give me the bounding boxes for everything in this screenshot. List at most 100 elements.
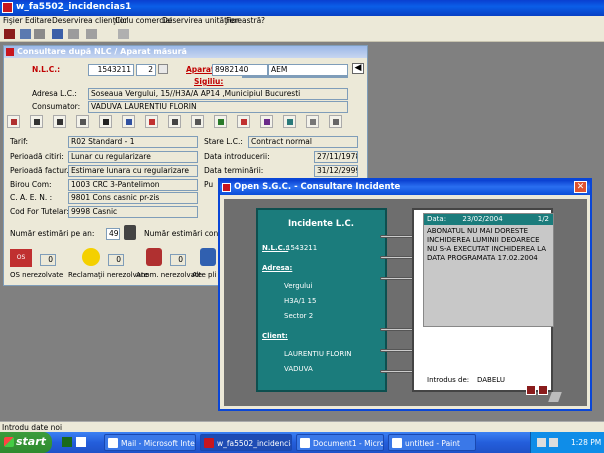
other-icon[interactable] <box>200 248 216 266</box>
note-text: ABONATUL NU MAI DORESTE INCHIDEREA LUMIN… <box>427 227 547 262</box>
numar-label: Număr estimări pe an: <box>10 229 95 238</box>
perioada-citiri-label: Perioadă citiri: <box>10 152 64 161</box>
tab-box-icon[interactable] <box>191 115 204 128</box>
data-intro-field: 27/11/1978 <box>314 151 358 163</box>
dialog-icon <box>222 183 231 192</box>
tray-icon[interactable] <box>537 438 546 447</box>
task-app-label: w_fa5502_incidencias1 <box>217 439 291 448</box>
popup-nlc-value: 1543211 <box>286 244 318 252</box>
tab-person-icon[interactable] <box>7 115 20 128</box>
task-document[interactable]: Document1 - Microsof... <box>296 434 384 451</box>
incidente-left-page: Incidente L.C. N.L.C.: 1543211 Adresa: V… <box>256 208 387 392</box>
tab-grid-icon[interactable] <box>283 115 296 128</box>
task-mail[interactable]: Mail - Microsoft Inter... <box>104 434 196 451</box>
os-count: 0 <box>40 254 56 266</box>
search-icon[interactable] <box>158 64 168 74</box>
save-icon[interactable] <box>52 29 63 39</box>
quicklaunch-icon[interactable] <box>62 437 72 447</box>
task-app[interactable]: w_fa5502_incidencias1 <box>200 434 292 451</box>
prev-note-icon[interactable] <box>526 385 536 395</box>
tab-card-icon[interactable] <box>99 115 112 128</box>
window-icon[interactable] <box>118 29 129 39</box>
exit-icon[interactable] <box>4 29 15 39</box>
data-term-field: 31/12/2999 <box>314 165 358 177</box>
word-icon <box>300 438 310 448</box>
pu-label: Pu <box>204 180 214 189</box>
nlc-suffix-input[interactable]: 2 <box>136 64 156 76</box>
undo-icon[interactable] <box>20 29 31 39</box>
cod-field: 9998 Casnic <box>68 206 198 218</box>
tab-dollar-icon[interactable] <box>214 115 227 128</box>
next-note-icon[interactable] <box>538 385 548 395</box>
note-date-value: 23/02/2004 <box>462 215 503 223</box>
birou-label: Birou Com: <box>10 180 52 189</box>
task-mail-label: Mail - Microsoft Inter... <box>121 439 196 448</box>
popup-adresa-line2: H3A/1 15 <box>284 297 317 305</box>
aparat-type-field: AEM <box>268 64 348 76</box>
quicklaunch-icon[interactable] <box>76 437 86 447</box>
windows-logo-icon <box>4 437 14 447</box>
reclamatii-count: 0 <box>108 254 124 266</box>
menu-help[interactable]: ? <box>261 16 265 25</box>
toolbar <box>0 27 604 42</box>
print-icon[interactable] <box>68 29 79 39</box>
note-header: Data: 23/02/2004 1/2 <box>424 214 553 225</box>
tab-edit-icon[interactable] <box>306 115 319 128</box>
tray-icon[interactable] <box>549 438 558 447</box>
tab-cancel-icon[interactable] <box>237 115 250 128</box>
app-title: w_fa5502_incidencias1 <box>16 2 132 12</box>
tab-page-icon[interactable] <box>122 115 135 128</box>
menu-fisier[interactable]: Fişier <box>3 16 23 25</box>
perioada-fact-label: Perioadă factur.: <box>10 166 72 175</box>
cod-label: Cod For Tutelar: <box>10 207 69 216</box>
smiley-icon[interactable] <box>82 248 100 266</box>
caen-field: 9801 Cons casnic pr-zis <box>68 192 198 204</box>
tarif-label: Tarif: <box>10 137 29 146</box>
popup-adresa-line1: Vergului <box>284 282 313 290</box>
task-paint-label: untitled - Paint <box>405 439 460 448</box>
popup-nlc-label: N.L.C.: <box>262 244 289 252</box>
tab-chart-icon[interactable] <box>260 115 273 128</box>
menu-editare[interactable]: Editare <box>25 16 52 25</box>
nlc-label: N.L.C.: <box>32 65 61 74</box>
tab-house-icon[interactable] <box>145 115 158 128</box>
close-icon[interactable]: ✕ <box>574 181 587 193</box>
tab-doc-icon[interactable] <box>53 115 66 128</box>
perioada-citiri-field: Lunar cu regularizare <box>68 151 198 163</box>
caen-label: C. A. E. N. : <box>10 193 53 202</box>
tab-meter-icon[interactable] <box>30 115 43 128</box>
aparat-input[interactable]: 8982140 <box>212 64 268 76</box>
app-titlebar: w_fa5502_incidencias1 <box>0 0 604 16</box>
popup-client-line1: LAURENTIU FLORIN <box>284 350 352 358</box>
consult-title: Consultare după NLC / Aparat măsură <box>17 47 187 56</box>
note-date-label: Data: <box>427 215 447 223</box>
arrow-left-icon[interactable]: ◀ <box>352 63 364 74</box>
redo-icon[interactable] <box>34 29 45 39</box>
tab-list-icon[interactable] <box>76 115 89 128</box>
popup-adresa-label: Adresa: <box>262 264 293 272</box>
popup-client-label: Client: <box>262 332 288 340</box>
start-button[interactable]: start <box>0 432 52 453</box>
anomaly-icon[interactable] <box>146 248 162 266</box>
consumator-field: VADUVA LAURENTIU FLORIN <box>88 101 348 113</box>
tab-icon-strip <box>7 115 362 129</box>
sigiliu-label: Sigiliu: <box>194 77 224 86</box>
os-icon[interactable]: OS <box>10 249 32 267</box>
popup-client-line2: VADUVA <box>284 365 313 373</box>
tab-table-icon[interactable] <box>329 115 342 128</box>
consumator-label: Consumator: <box>32 102 81 111</box>
stare-label: Stare L.C.: <box>204 137 243 146</box>
sigiliu-field <box>242 76 348 78</box>
dialog-title: Open S.G.C. - Consultare Incidente <box>234 182 401 192</box>
anom-count: 0 <box>170 254 186 266</box>
tab-bug-icon[interactable] <box>168 115 181 128</box>
introdus-value: DABELU <box>477 376 505 384</box>
task-paint[interactable]: untitled - Paint <box>388 434 476 451</box>
menu-bar: Fişier Editare Deservirea clienţilor Cic… <box>0 16 604 27</box>
nlc-input[interactable]: 1543211 <box>88 64 134 76</box>
start-label: start <box>16 435 46 448</box>
incidente-heading: Incidente L.C. <box>288 219 354 229</box>
menu-fereastra[interactable]: Fereastră <box>226 16 261 25</box>
copy-icon[interactable] <box>86 29 97 39</box>
consult-icon <box>6 48 14 56</box>
